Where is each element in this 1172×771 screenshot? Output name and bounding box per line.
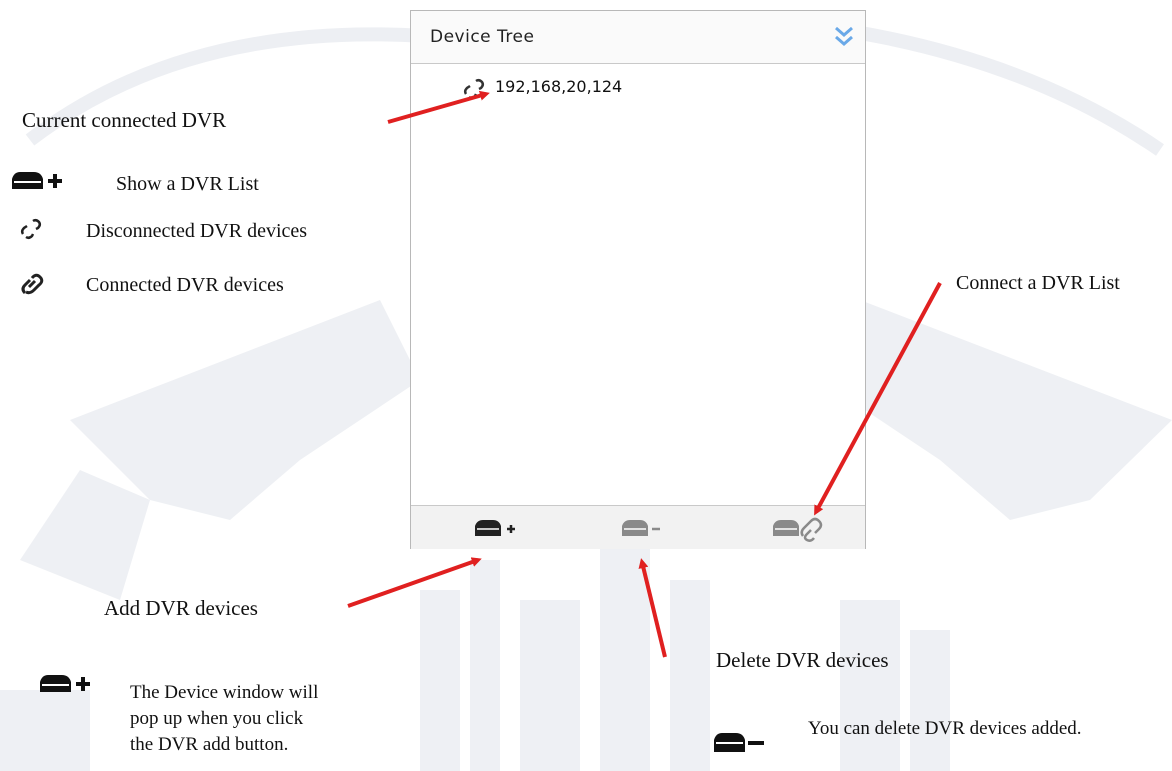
dvr-connect-icon	[773, 517, 823, 542]
connect-dvr-list-button[interactable]	[767, 512, 837, 544]
panel-title: Device Tree	[430, 27, 535, 47]
label-add-devices: Add DVR devices	[104, 596, 258, 620]
device-tree-list: 192,168,20,124	[411, 64, 865, 504]
link-broken-icon	[20, 218, 44, 245]
label-current-connected: Current connected DVR	[22, 108, 227, 132]
label-disconnected: Disconnected DVR devices	[86, 220, 308, 242]
label-connect-list: Connect a DVR List	[956, 272, 1120, 294]
dvr-remove-icon	[622, 520, 660, 536]
panel-header: Device Tree	[411, 11, 865, 64]
label-show-list: Show a DVR List	[116, 173, 259, 195]
link-broken-icon	[463, 78, 487, 105]
tree-node-label: 192,168,20,124	[495, 77, 623, 96]
add-dvr-button[interactable]	[469, 512, 525, 544]
label-delete-devices: Delete DVR devices	[716, 648, 889, 672]
dvr-add-icon	[10, 169, 80, 200]
label-connected: Connected DVR devices	[86, 274, 284, 296]
chevron-double-down-icon[interactable]	[831, 24, 857, 50]
delete-dvr-button[interactable]	[616, 512, 666, 544]
note-add-popup: The Device window will pop up when you c…	[130, 682, 319, 755]
dvr-add-icon	[475, 520, 515, 536]
dvr-remove-icon	[712, 730, 772, 763]
link-icon	[20, 272, 44, 301]
dvr-add-icon	[38, 672, 108, 705]
device-toolbar	[411, 505, 865, 549]
device-tree-panel: Device Tree 192,168,20,124	[410, 10, 866, 549]
note-delete: You can delete DVR devices added.	[808, 718, 1082, 739]
